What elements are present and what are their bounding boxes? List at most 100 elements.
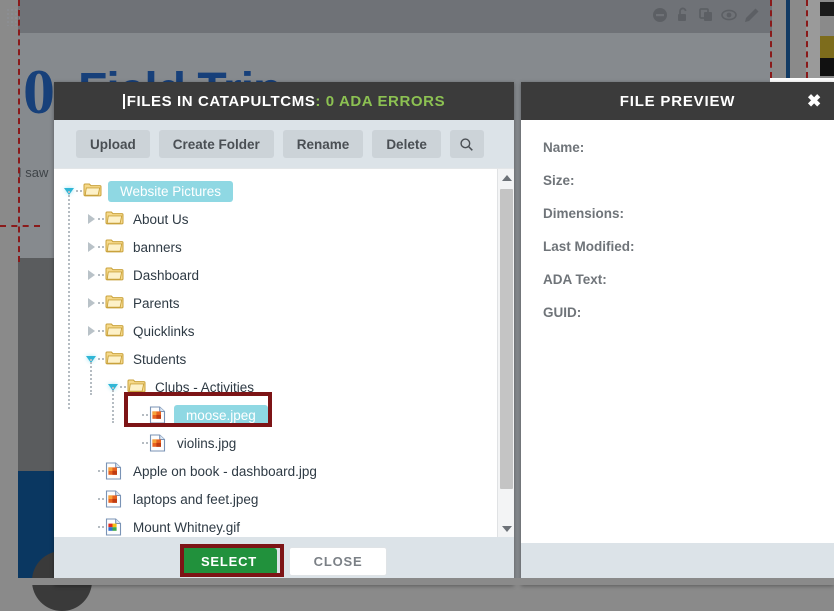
folder-icon — [105, 266, 125, 284]
select-button[interactable]: SELECT — [181, 548, 277, 575]
tree-connector — [98, 498, 104, 500]
file-tree-scrollbar[interactable] — [497, 169, 514, 537]
guide-line-horizontal — [0, 225, 40, 227]
guide-line-right-1 — [770, 0, 772, 78]
tree-item[interactable]: About Us — [62, 205, 497, 233]
preview-field-dimensions: Dimensions: — [543, 206, 812, 221]
tree-connector — [76, 190, 82, 192]
tree-item[interactable]: laptops and feet.jpeg — [62, 485, 497, 513]
tree-item[interactable]: Apple on book - dashboard.jpg — [62, 457, 497, 485]
rename-button[interactable]: Rename — [283, 130, 364, 158]
tree-connector — [98, 218, 104, 220]
tree-item[interactable]: violins.jpg — [62, 429, 497, 457]
tree-leaf-spacer — [84, 457, 98, 485]
expand-triangle-icon[interactable] — [84, 289, 98, 317]
preview-field-last-modified: Last Modified: — [543, 239, 812, 254]
background-toolbar — [18, 0, 772, 33]
expand-triangle-icon[interactable] — [84, 261, 98, 289]
scrollbar-thumb[interactable] — [500, 189, 513, 489]
preview-field-ada-text: ADA Text: — [543, 272, 812, 287]
delete-button[interactable]: Delete — [372, 130, 441, 158]
guide-line-left — [18, 0, 20, 262]
tree-item-label: Dashboard — [130, 267, 202, 284]
background-toolbar-icon-group — [652, 7, 760, 23]
upload-button[interactable]: Upload — [76, 130, 150, 158]
tree-connector — [98, 274, 104, 276]
preview-field-guid: GUID: — [543, 305, 812, 320]
tree-item-label: Apple on book - dashboard.jpg — [130, 463, 320, 480]
tree-leaf-spacer — [84, 485, 98, 513]
image-file-icon — [105, 490, 125, 508]
file-preview-title: FILE PREVIEW — [620, 93, 735, 110]
file-browser-header: FILES IN CATAPULTCMS : 0 ADA ERRORS — [54, 82, 514, 120]
tree-item-label: banners — [130, 239, 185, 256]
folder-icon — [105, 294, 125, 312]
tree-connector — [120, 386, 126, 388]
file-tree-container: Website Pictures About Us banners Dashboard… — [54, 168, 514, 537]
tree-item-label: Quicklinks — [130, 323, 198, 340]
tree-item-label: Clubs - Activities — [152, 379, 257, 396]
tree-guide-line — [112, 387, 114, 423]
tree-item[interactable]: Quicklinks — [62, 317, 497, 345]
folder-icon — [105, 322, 125, 340]
tree-item-label: moose.jpeg — [174, 405, 268, 426]
window-bottom-strip — [0, 578, 834, 585]
tree-connector — [98, 358, 104, 360]
tree-item-label: Parents — [130, 295, 183, 312]
close-button[interactable]: CLOSE — [289, 547, 387, 576]
background-block-2 — [820, 58, 834, 76]
file-preview-header: FILE PREVIEW ✖ — [521, 82, 834, 120]
tree-item-label: About Us — [130, 211, 192, 228]
unlock-icon[interactable] — [675, 7, 691, 23]
tree-connector — [98, 330, 104, 332]
expand-triangle-icon[interactable] — [84, 205, 98, 233]
background-olive-block — [820, 36, 834, 58]
expand-triangle-icon[interactable] — [84, 317, 98, 345]
preview-field-size: Size: — [543, 173, 812, 188]
tree-item[interactable]: Clubs - Activities — [62, 373, 497, 401]
image-file-icon — [105, 462, 125, 480]
tree-item[interactable]: Parents — [62, 289, 497, 317]
tree-item[interactable]: Website Pictures — [62, 177, 497, 205]
file-browser-dialog: FILES IN CATAPULTCMS : 0 ADA ERRORS Uplo… — [54, 82, 514, 585]
tree-item-label: Students — [130, 351, 189, 368]
file-browser-toolbar: Upload Create Folder Rename Delete — [54, 120, 514, 168]
tree-connector — [98, 246, 104, 248]
tree-item[interactable]: banners — [62, 233, 497, 261]
expand-triangle-icon[interactable] — [84, 233, 98, 261]
image-file-icon — [149, 406, 169, 424]
scroll-down-arrow-icon[interactable] — [498, 520, 514, 537]
tree-item-label: laptops and feet.jpeg — [130, 491, 261, 508]
tree-connector — [98, 470, 104, 472]
folder-icon — [127, 378, 147, 396]
search-button[interactable] — [450, 130, 484, 158]
tree-item-label: Website Pictures — [108, 181, 233, 202]
tree-guide-line — [90, 359, 92, 395]
eye-icon[interactable] — [721, 7, 737, 23]
preview-field-name: Name: — [543, 140, 812, 155]
folder-icon — [83, 182, 103, 200]
tree-connector — [98, 302, 104, 304]
folder-icon — [105, 350, 125, 368]
gif-file-icon — [105, 518, 125, 536]
minus-circle-icon[interactable] — [652, 7, 668, 23]
background-blue-line — [786, 0, 790, 78]
tree-item-label: Mount Whitney.gif — [130, 519, 243, 536]
create-folder-button[interactable]: Create Folder — [159, 130, 274, 158]
background-right-gray-strip — [806, 0, 820, 78]
folder-icon — [105, 210, 125, 228]
file-preview-panel: FILE PREVIEW ✖ Name: Size: Dimensions: L… — [521, 82, 834, 585]
file-preview-fields: Name: Size: Dimensions: Last Modified: A… — [521, 120, 834, 543]
pencil-icon[interactable] — [744, 7, 760, 23]
close-icon[interactable]: ✖ — [807, 93, 822, 110]
tree-item[interactable]: Mount Whitney.gif — [62, 513, 497, 537]
copy-icon[interactable] — [698, 7, 714, 23]
guide-line-right-2 — [806, 0, 808, 78]
tree-item[interactable]: Dashboard — [62, 261, 497, 289]
text-caret — [123, 94, 125, 109]
scroll-up-arrow-icon[interactable] — [498, 169, 514, 186]
file-tree: Website Pictures About Us banners Dashboard… — [54, 169, 497, 537]
tree-item[interactable]: Students — [62, 345, 497, 373]
tree-leaf-spacer — [128, 401, 142, 429]
tree-item[interactable]: moose.jpeg — [62, 401, 497, 429]
